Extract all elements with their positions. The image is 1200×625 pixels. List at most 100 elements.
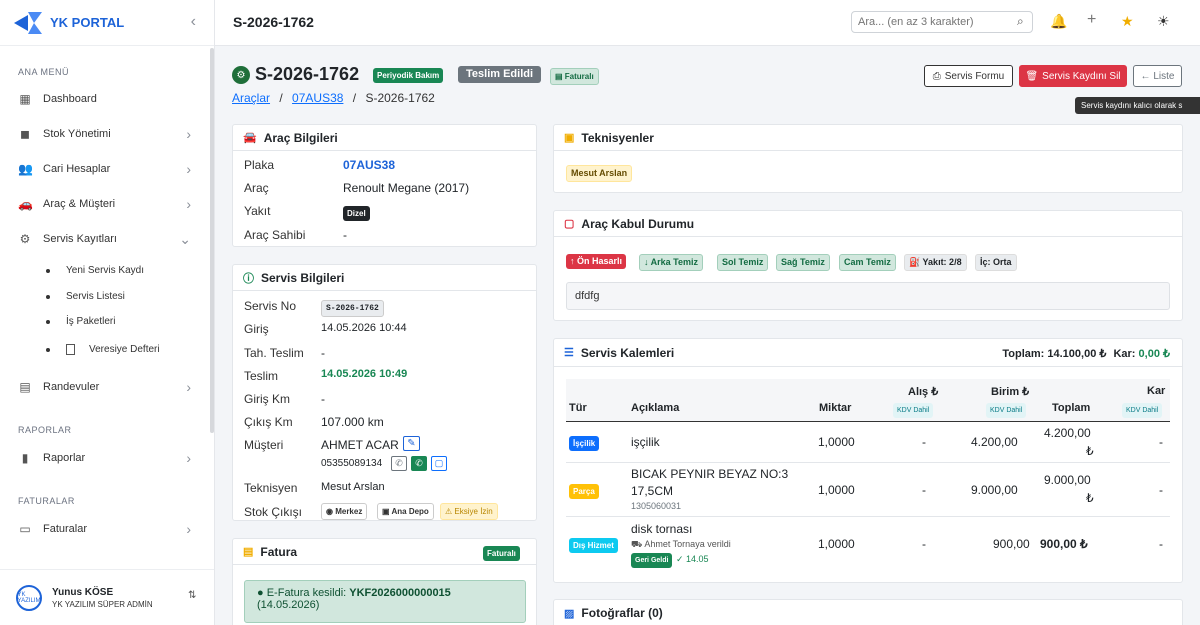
car-model: Renoult Megane (2017) (343, 181, 470, 195)
sun-icon[interactable]: ☀ (1157, 13, 1170, 30)
plate-link[interactable]: 07AUS38 (343, 158, 395, 172)
plus-icon[interactable]: + (1087, 11, 1096, 29)
sidebar-item-dashboard[interactable]: ▦ Dashboard (18, 88, 193, 110)
dashboard-icon: ▦ (19, 92, 31, 106)
service-icon: ⚙ (232, 66, 250, 84)
invoice-card: ▤ Fatura Faturalı ● E-Fatura kesildi: YKF… (232, 538, 537, 625)
subitem-work-packages[interactable]: İş Paketleri (46, 316, 115, 327)
brand[interactable]: YK PORTAL ‹ (0, 0, 214, 46)
invoiced-badge: Faturalı (483, 546, 520, 561)
tooltip: Servis kaydını kalıcı olarak s (1075, 97, 1200, 114)
check-circle-icon: ● (257, 587, 264, 599)
sidebar-item-appointments[interactable]: ▤ Randevuler › (18, 376, 193, 398)
collapse-sidebar-icon[interactable]: ‹ (191, 13, 196, 31)
chevron-right-icon: › (186, 126, 191, 142)
chevron-right-icon: › (186, 379, 191, 395)
breadcrumb-plate-link[interactable]: 07AUS38 (292, 91, 343, 105)
item-desc: disk tornası (631, 522, 693, 536)
stock-depot-badge: ▣ Ana Depo (377, 503, 434, 520)
table-row[interactable]: Dış Hizmet disk tornası ⛟ Ahmet Tornaya … (566, 517, 1170, 570)
chevron-right-icon: › (186, 161, 191, 177)
subitem-new-service[interactable]: Yeni Servis Kaydı (46, 265, 144, 276)
message-icon[interactable]: ▢ (431, 456, 447, 471)
table-row[interactable]: İşçilik işçilik 1,0000 - 4.200,00 4.200,… (566, 422, 1170, 462)
items-profit: 0,00 ₺ (1138, 348, 1170, 360)
item-profit: - (1159, 435, 1163, 449)
type-badge: Parça (569, 484, 599, 499)
book-icon (66, 344, 75, 355)
tag-fuel: ⛽ Yakıt: 2/8 (904, 254, 967, 271)
back-to-list-button[interactable]: ← Liste (1133, 65, 1182, 87)
service-form-button[interactable]: ⎙ Servis Formu (924, 65, 1013, 87)
breadcrumb-vehicles-link[interactable]: Araçlar (232, 91, 270, 105)
item-buy: - (922, 483, 926, 497)
tag-glass-clean: Cam Temiz (839, 254, 896, 271)
location-icon: ◉ (326, 507, 336, 516)
subitem-credit-book[interactable]: Veresiye Defteri (46, 344, 160, 355)
service-title: S-2026-1762 (255, 64, 360, 84)
sidebar-item-reports[interactable]: ▮ Raporlar › (18, 447, 193, 469)
breadcrumb: Araçlar / 07AUS38 / S-2026-1762 (232, 91, 435, 105)
car-icon: 🚗 (18, 197, 33, 211)
customer-name: AHMET ACAR (321, 438, 399, 452)
delete-service-button[interactable]: 🗑 Servis Kaydını Sil (1019, 65, 1127, 87)
sidebar-item-services[interactable]: ⚙ Servis Kayıtları ⌄ (18, 228, 193, 250)
sidebar-item-vehicles[interactable]: 🚗 Araç & Müşteri › (18, 193, 193, 215)
table-row[interactable]: Parça BICAK PEYNIR BEYAZ NO:3 17,5CM 130… (566, 463, 1170, 516)
returned-badge: Geri Geldi (631, 553, 673, 568)
trash-icon: 🗑 (1025, 70, 1039, 82)
tag-left-clean: Sol Temiz (717, 254, 769, 271)
chevron-down-icon: ⌄ (179, 230, 191, 247)
item-total: 9.000,00 (1044, 473, 1091, 487)
sidebar-item-stock[interactable]: ◼ Stok Yönetimi › (18, 123, 193, 145)
sidebar-item-accounts[interactable]: 👥 Cari Hesaplar › (18, 158, 193, 180)
card-title: Fatura (260, 544, 298, 559)
menu-section-invoices: FATURALAR (18, 496, 75, 506)
badge-invoiced: ▤ Faturalı (550, 68, 599, 85)
item-code: 1305060031 (631, 501, 682, 511)
exit-km: 107.000 km (321, 415, 384, 429)
warning-icon: ⚠ (445, 507, 455, 516)
subitem-service-list[interactable]: Servis Listesi (46, 291, 125, 302)
vehicle-info-card: 🚘 Araç Bilgileri Plaka 07AUS38 Araç Renou… (232, 124, 537, 247)
acceptance-note: dfdfg (566, 282, 1170, 310)
search-icon[interactable]: ⌕ (1017, 14, 1024, 29)
items-total: 14.100,00 ₺ (1047, 348, 1107, 360)
invoice-icon: ▭ (19, 522, 31, 536)
user-menu[interactable]: YK YAZILIM Yunus KÖSE YK YAZILIM SÜPER A… (0, 569, 214, 625)
logo-icon (14, 11, 42, 34)
clipboard-icon: ▢ (564, 218, 575, 230)
item-total: 4.200,00 (1044, 426, 1091, 440)
tag-right-clean: Sağ Temiz (776, 254, 830, 271)
avatar: YK YAZILIM (16, 584, 42, 611)
bell-icon[interactable]: 🔔 (1050, 13, 1067, 30)
card-title: Fotoğraflar (0) (581, 606, 663, 620)
item-desc: işçilik (631, 435, 660, 449)
star-icon[interactable]: ★ (1121, 13, 1134, 30)
wrench-icon: ⚙ (19, 232, 31, 246)
card-title: Araç Kabul Durumu (581, 216, 695, 231)
whatsapp-icon[interactable]: ✆ (411, 456, 427, 471)
search-input[interactable] (851, 11, 1033, 33)
items-summary: Toplam: 14.100,00 ₺ Kar: 0,00 ₺ (1002, 348, 1170, 360)
stock-center-badge: ◉ Merkez (321, 503, 368, 520)
item-desc: BICAK PEYNIR BEYAZ NO:3 (631, 467, 789, 481)
tag-interior: İç: Orta (975, 254, 1017, 271)
acceptance-card: ▢ Araç Kabul Durumu ↑ Ön Hasarlı ↓ Arka T… (553, 210, 1183, 321)
invoice-number: YKF2026000000015 (349, 587, 451, 599)
vehicle-owner: - (343, 228, 347, 242)
page-title: S-2026-1762 (233, 14, 314, 30)
customer-phone: 05355089134 (321, 458, 383, 469)
chevron-right-icon: › (186, 196, 191, 212)
topbar: S-2026-1762 ⌕ 🔔 + ★ ☀ (215, 0, 1200, 46)
edit-customer-icon[interactable]: ✎ (403, 436, 420, 451)
invoice-icon: ▤ (243, 546, 254, 558)
phone-icon[interactable]: ✆ (391, 456, 407, 471)
sidebar-scrollbar[interactable] (210, 48, 214, 433)
item-qty: 1,0000 (818, 435, 855, 449)
einvoice-alert: ● E-Fatura kesildi: YKF2026000000015 (14… (244, 580, 526, 623)
technician-name: Mesut Arslan (321, 481, 385, 493)
badge-service-type: Periyodik Bakım (373, 68, 444, 83)
bar-chart-icon: ▮ (21, 451, 29, 465)
sidebar-item-invoices[interactable]: ▭ Faturalar › (18, 518, 193, 540)
